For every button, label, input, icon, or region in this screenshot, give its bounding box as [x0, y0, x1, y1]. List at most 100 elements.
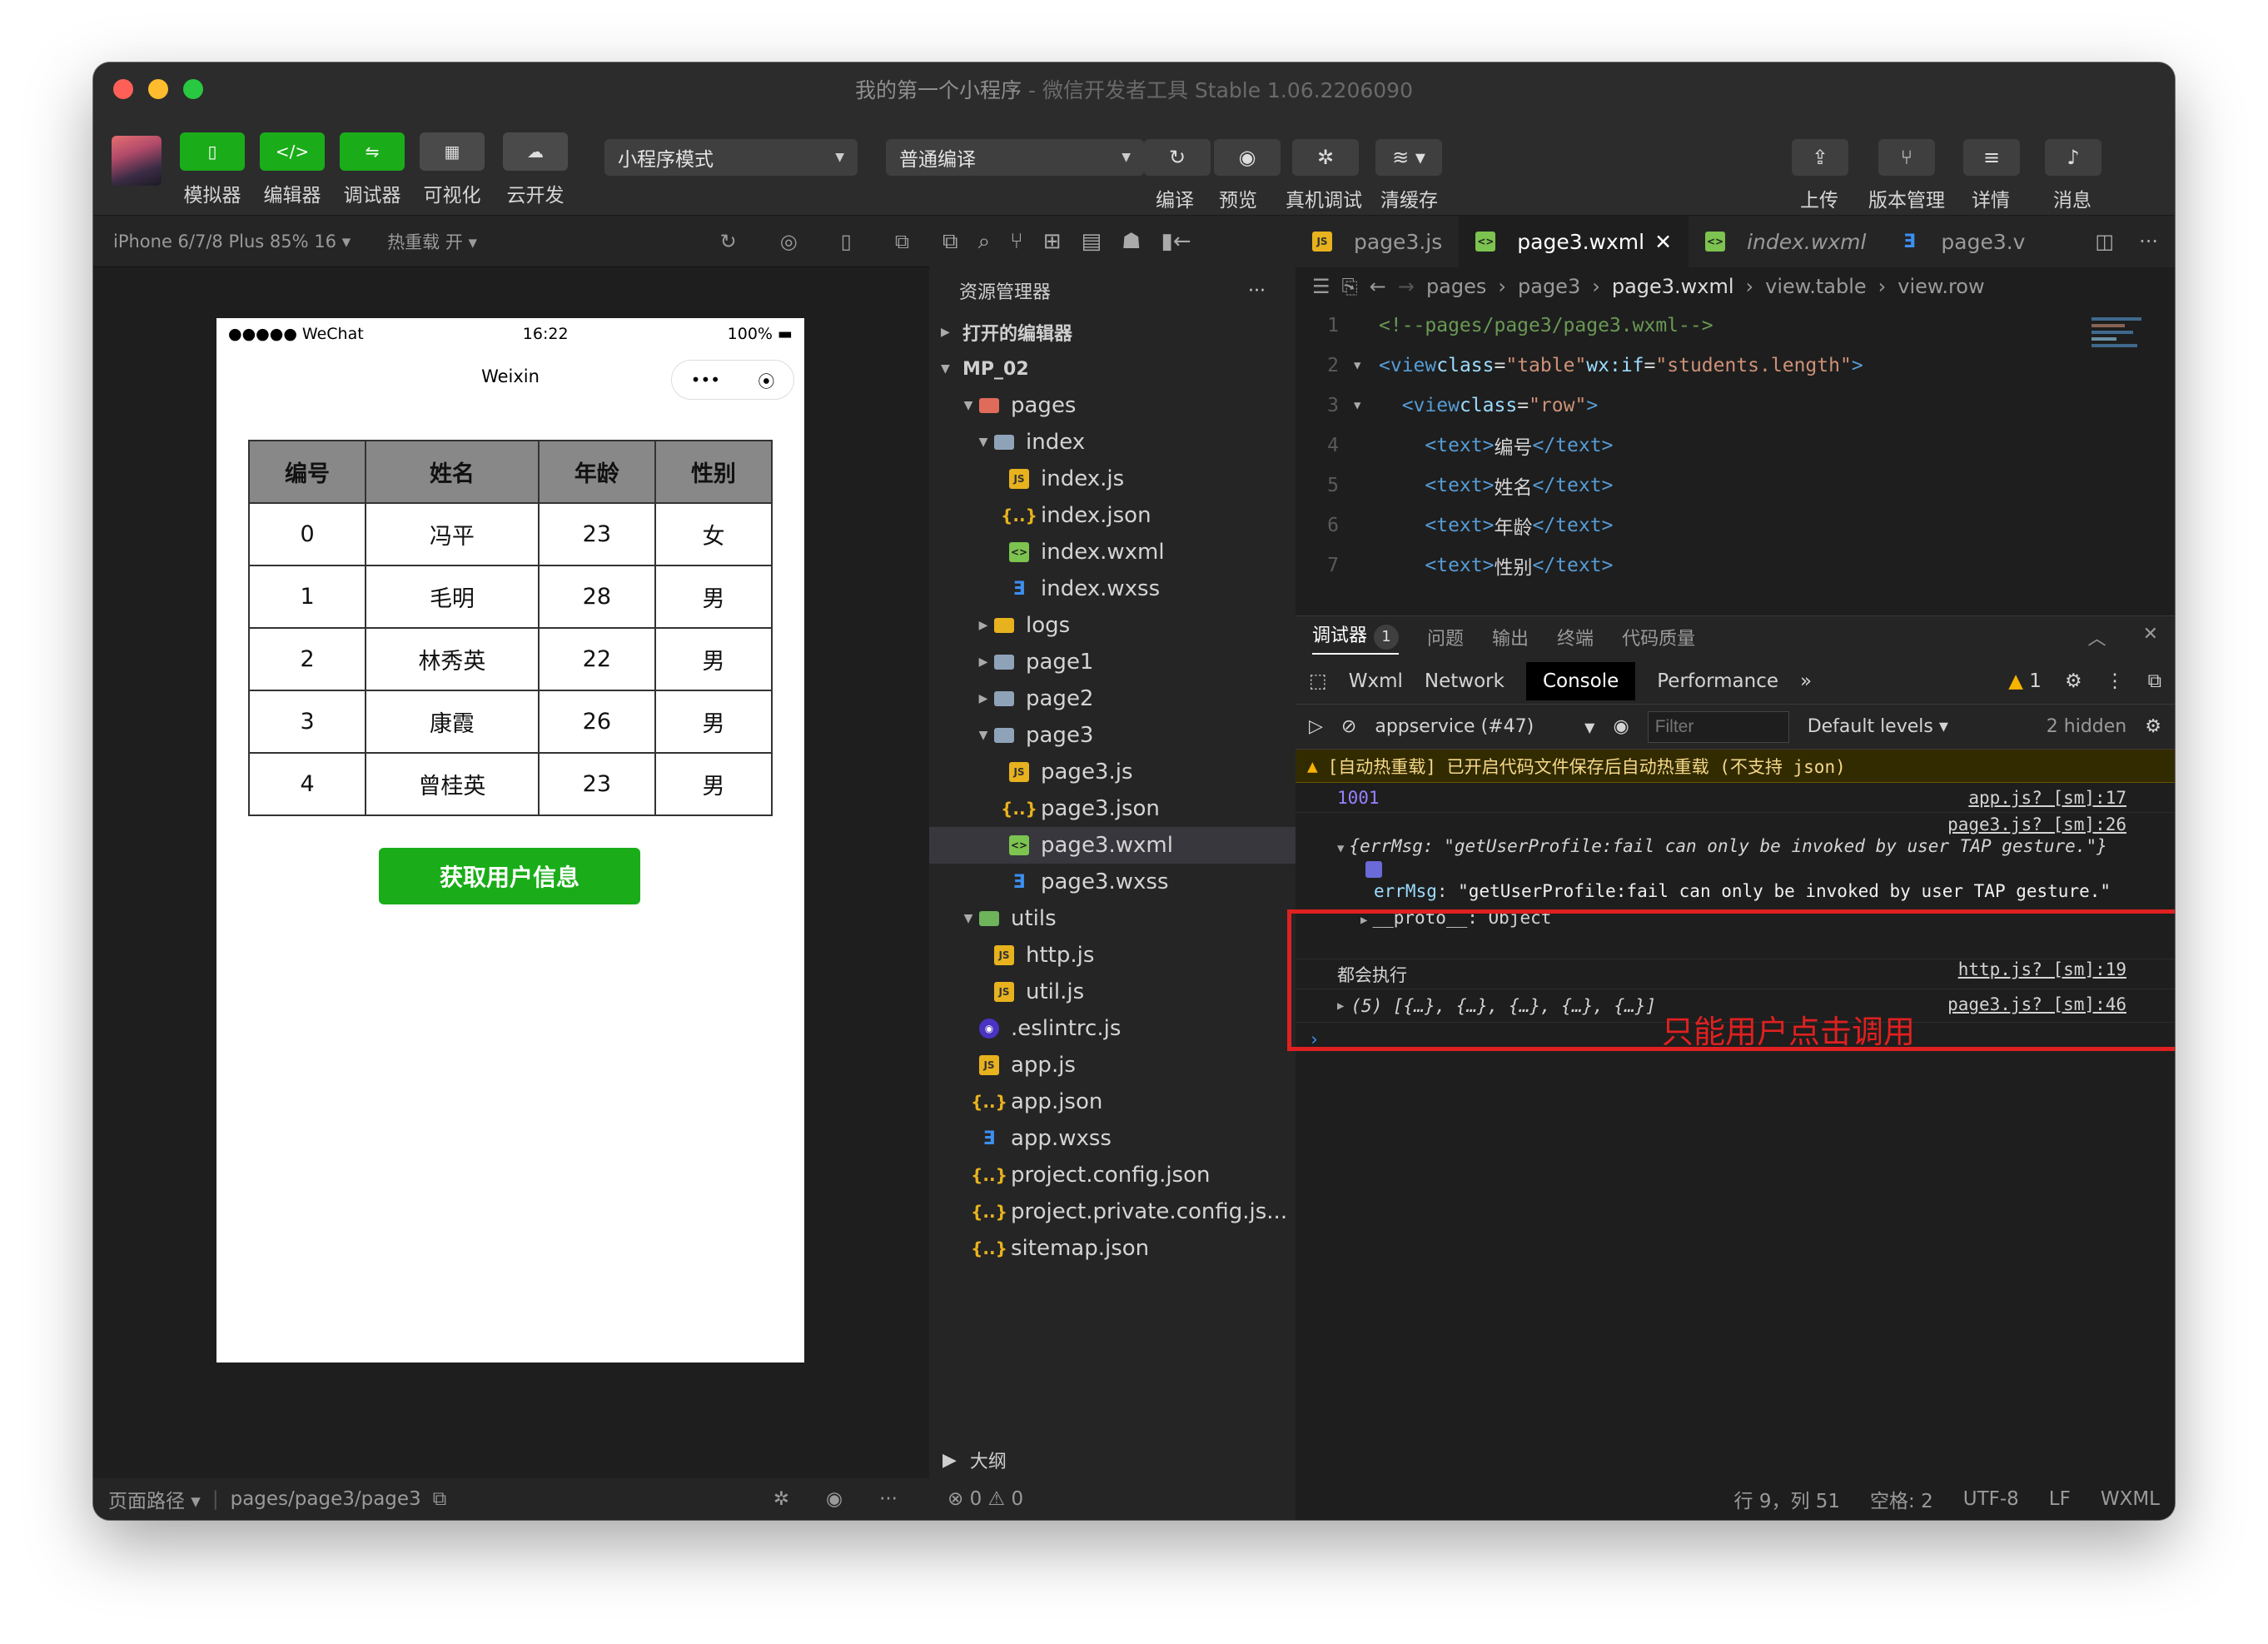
forward-arrow-icon[interactable]: → [1398, 275, 1415, 298]
page-path-select[interactable]: 页面路径 ▾ [108, 1485, 201, 1513]
tab-page3-js[interactable]: JS page3.js [1296, 216, 1459, 267]
tree-item[interactable]: ▼ utils [929, 900, 1296, 937]
sidebar-toggle-icon[interactable]: ▷ [1309, 716, 1323, 737]
source-link[interactable]: page3.js? [sm]:46 [1947, 994, 2126, 1014]
code-editor[interactable]: 1 <!--pages/page3/page3.wxml--> 2 ▼ <view c… [1296, 306, 2175, 615]
proto-row[interactable]: ▶ __proto__: Object [1360, 908, 1551, 928]
git-icon[interactable]: ⑂ [1010, 229, 1023, 254]
close-icon[interactable]: ✕ [1654, 230, 1672, 254]
kebab-icon[interactable]: ⋮ [2106, 670, 2125, 692]
tab-performance[interactable]: Performance [1657, 670, 1778, 692]
breadcrumb-item[interactable]: page3.wxml [1612, 275, 1734, 298]
tree-item[interactable]: JS app.js [929, 1047, 1296, 1084]
tree-item[interactable]: <> index.wxml [929, 534, 1296, 570]
encoding[interactable]: UTF-8 [1963, 1488, 2019, 1510]
save-icon[interactable]: ▤ [1082, 229, 1102, 254]
breadcrumb-item[interactable]: view.table [1765, 275, 1866, 298]
stop-icon[interactable]: ◎ [780, 230, 798, 253]
tab-code-quality[interactable]: 代码质量 [1622, 624, 1695, 650]
open-editors-section[interactable]: ▶ 打开的编辑器 [929, 314, 1296, 351]
eye-icon[interactable]: ◉ [1613, 716, 1629, 737]
back-arrow-icon[interactable]: ← [1370, 275, 1386, 298]
tree-item[interactable]: JS http.js [929, 937, 1296, 974]
messages-button[interactable]: ♪ [2045, 139, 2101, 176]
context-select[interactable]: appservice (#47) ▼ [1375, 716, 1594, 737]
bookmark-icon[interactable]: ⎘ [1342, 275, 1358, 298]
version-button[interactable]: ⑂ [1878, 139, 1935, 176]
tree-item[interactable]: {..} page3.json [929, 790, 1296, 827]
remote-debug-button[interactable]: ✲ [1292, 139, 1359, 176]
outline-section[interactable]: ▶ 大纲 [929, 1442, 1296, 1478]
cloud-button[interactable]: ☁ 云开发 [503, 132, 568, 207]
log-levels-select[interactable]: Default levels ▾ [1808, 716, 1948, 737]
simulator-toggle[interactable]: ▯ 模拟器 [180, 132, 245, 207]
breadcrumb-item[interactable]: pages [1426, 275, 1486, 298]
tree-item[interactable]: {..} project.private.config.js... [929, 1193, 1296, 1230]
tree-item[interactable]: {..} app.json [929, 1084, 1296, 1120]
clear-cache-button[interactable]: ≋ ▾ [1375, 139, 1442, 176]
line-ending[interactable]: LF [2049, 1488, 2071, 1510]
tree-item[interactable]: ▼ pages [929, 387, 1296, 424]
device-select[interactable]: iPhone 6/7/8 Plus 85% 16 ▾ [113, 232, 351, 252]
tree-item[interactable]: ▼ page3 [929, 717, 1296, 754]
preview-button[interactable]: ◉ [1214, 139, 1281, 176]
tree-item[interactable]: ◉ .eslintrc.js [929, 1010, 1296, 1047]
menu-capsule[interactable]: ••• ⦿ [671, 360, 794, 400]
cursor-position[interactable]: 行 9，列 51 [1734, 1485, 1841, 1513]
visual-toggle[interactable]: ▦ 可视化 [420, 132, 485, 207]
more-tabs-icon[interactable]: » [1800, 670, 1812, 692]
tree-item[interactable]: JS index.js [929, 461, 1296, 497]
problems-count[interactable]: ⊗ 0 ⚠ 0 [947, 1488, 1281, 1510]
chevron-up-icon[interactable]: ︿ [2088, 624, 2106, 650]
details-button[interactable]: ≡ [1963, 139, 2020, 176]
window-icon[interactable]: ⧉ [895, 230, 909, 253]
indentation[interactable]: 空格: 2 [1870, 1485, 1933, 1513]
bug-icon[interactable]: ✲ [773, 1488, 789, 1510]
rotate-icon[interactable]: ↻ [720, 230, 737, 253]
tree-item[interactable]: ▼ index [929, 424, 1296, 461]
close-icon[interactable]: ✕ [2143, 624, 2158, 650]
hotreload-select[interactable]: 热重载 开 ▾ [387, 229, 477, 254]
tree-item[interactable]: Ǝapp.wxss [929, 1120, 1296, 1157]
mode-select[interactable]: 小程序模式 ▼ [604, 139, 858, 176]
source-link[interactable]: http.js? [sm]:19 [1958, 959, 2126, 979]
split-icon[interactable]: ▮← [1161, 229, 1191, 254]
tree-item[interactable]: {..} sitemap.json [929, 1230, 1296, 1267]
tab-network[interactable]: Network [1425, 670, 1505, 692]
editor-toggle[interactable]: </> 编辑器 [260, 132, 325, 207]
tab-output[interactable]: 输出 [1492, 624, 1529, 650]
debugger-toggle[interactable]: ⇋ 调试器 [340, 132, 405, 207]
tab-debugger[interactable]: 调试器 1 [1312, 620, 1400, 655]
minimap[interactable] [2091, 314, 2150, 381]
tab-page3-wxml[interactable]: <> page3.wxml ✕ [1459, 216, 1689, 267]
tab-page3-wxss[interactable]: Ǝpage3.v [1883, 216, 2042, 267]
source-link[interactable]: page3.js? [sm]:26 [1947, 815, 2126, 834]
upload-button[interactable]: ⇪ [1792, 139, 1848, 176]
close-target-icon[interactable]: ⦿ [758, 368, 774, 392]
source-link[interactable]: app.js? [sm]:17 [1968, 788, 2126, 808]
tree-item[interactable]: Ǝindex.wxss [929, 570, 1296, 607]
gear-icon[interactable]: ⚙ [2065, 670, 2082, 692]
list-icon[interactable]: ☰ [1312, 275, 1330, 298]
tab-console[interactable]: Console [1525, 661, 1636, 700]
tree-item[interactable]: {..} index.json [929, 497, 1296, 534]
breadcrumb-item[interactable]: page3 [1518, 275, 1580, 298]
copy-icon[interactable]: ⧉ [433, 1488, 446, 1510]
tree-item[interactable]: {..} project.config.json [929, 1157, 1296, 1193]
user-avatar[interactable] [112, 136, 162, 186]
clear-console-icon[interactable]: ⊘ [1341, 716, 1356, 737]
more-icon[interactable]: ··· [879, 1488, 898, 1510]
tree-item[interactable]: ▶ page2 [929, 680, 1296, 717]
more-icon[interactable]: ··· [1248, 281, 1266, 301]
tree-item[interactable]: <> page3.wxml [929, 827, 1296, 864]
undock-icon[interactable]: ⧉ [2148, 670, 2161, 692]
tree-item[interactable]: Ǝpage3.wxss [929, 864, 1296, 900]
tab-problems[interactable]: 问题 [1427, 624, 1464, 650]
tree-item[interactable]: JS util.js [929, 974, 1296, 1010]
tree-item[interactable]: ▶ page1 [929, 644, 1296, 680]
settings-icon[interactable]: ⚙ [2145, 716, 2161, 737]
device-icon[interactable]: ▯ [841, 230, 852, 253]
more-dots-icon[interactable]: ••• [691, 370, 720, 390]
language-mode[interactable]: WXML [2101, 1488, 2160, 1510]
search-icon[interactable]: ⌕ [978, 229, 991, 255]
